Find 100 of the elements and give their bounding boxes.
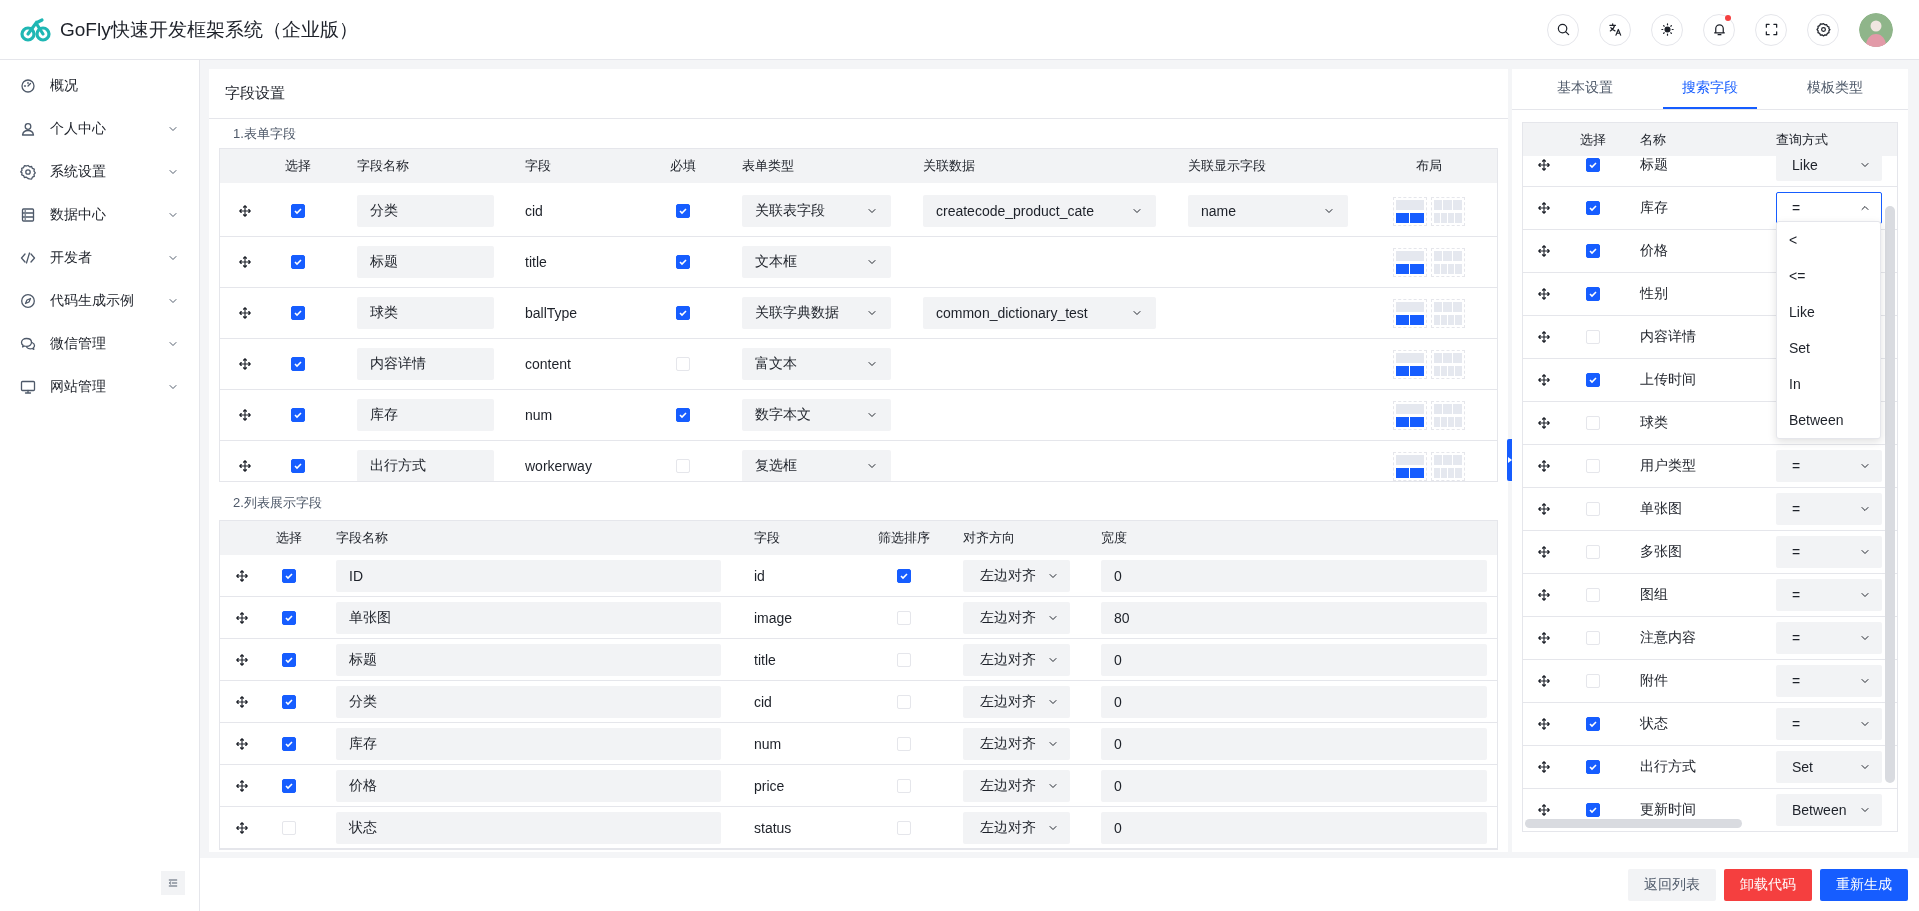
drag-handle-icon[interactable] — [1537, 330, 1551, 344]
related-data-select[interactable]: createcode_product_cate — [923, 195, 1156, 227]
drag-handle-icon[interactable] — [1537, 588, 1551, 602]
drag-handle-icon[interactable] — [235, 610, 249, 625]
layout-picker[interactable] — [1392, 298, 1465, 328]
query-select[interactable]: Like — [1776, 156, 1882, 181]
label-field[interactable]: ID — [336, 559, 721, 592]
drag-handle-icon[interactable] — [235, 736, 249, 751]
layout-picker[interactable] — [1392, 196, 1465, 226]
label-field[interactable]: 库存 — [357, 399, 494, 431]
width-field[interactable]: 0 — [1101, 769, 1487, 802]
layout-picker[interactable] — [1392, 400, 1465, 430]
checkbox[interactable] — [290, 459, 305, 473]
notification-button[interactable] — [1703, 13, 1735, 46]
sidebar-item[interactable]: 系统设置 — [0, 150, 199, 193]
drag-handle-icon[interactable] — [1537, 416, 1551, 430]
drag-handle-icon[interactable] — [238, 459, 252, 473]
checkbox[interactable] — [290, 255, 305, 269]
form-type-select[interactable]: 文本框 — [742, 246, 891, 278]
drag-handle-icon[interactable] — [1537, 158, 1551, 172]
align-select[interactable]: 左边对齐 — [963, 685, 1070, 718]
label-field[interactable]: 标题 — [357, 246, 494, 278]
width-field[interactable]: 0 — [1101, 685, 1487, 718]
query-select[interactable]: = — [1776, 665, 1882, 697]
footer-button[interactable]: 卸载代码 — [1724, 868, 1812, 901]
align-select[interactable]: 左边对齐 — [963, 769, 1070, 802]
sidebar-item[interactable]: 数据中心 — [0, 193, 199, 236]
layout-picker[interactable] — [1392, 451, 1465, 481]
checkbox[interactable] — [675, 408, 690, 422]
form-type-select[interactable]: 关联字典数据 — [742, 297, 891, 329]
drag-handle-icon[interactable] — [238, 408, 252, 422]
drag-handle-icon[interactable] — [235, 652, 249, 667]
label-field[interactable]: 状态 — [336, 811, 721, 844]
settings-button[interactable] — [1807, 13, 1839, 46]
checkbox[interactable] — [1585, 373, 1600, 387]
query-select[interactable]: = — [1776, 192, 1882, 224]
query-select[interactable]: = — [1776, 450, 1882, 482]
drag-handle-icon[interactable] — [235, 568, 249, 583]
dropdown-option[interactable]: < — [1777, 222, 1880, 258]
label-field[interactable]: 球类 — [357, 297, 494, 329]
drag-handle-icon[interactable] — [238, 255, 252, 269]
checkbox[interactable] — [290, 306, 305, 320]
drag-handle-icon[interactable] — [1537, 373, 1551, 387]
checkbox[interactable] — [1585, 717, 1600, 731]
drag-handle-icon[interactable] — [1537, 502, 1551, 516]
width-field[interactable]: 0 — [1101, 727, 1487, 760]
width-field[interactable]: 0 — [1101, 811, 1487, 844]
sidebar-item[interactable]: 网站管理 — [0, 365, 199, 408]
display-field-select[interactable]: name — [1188, 195, 1348, 227]
drag-handle-icon[interactable] — [238, 357, 252, 371]
align-select[interactable]: 左边对齐 — [963, 643, 1070, 676]
query-select[interactable]: = — [1776, 579, 1882, 611]
checkbox[interactable] — [282, 652, 296, 667]
tab[interactable]: 模板类型 — [1788, 69, 1882, 109]
label-field[interactable]: 库存 — [336, 727, 721, 760]
form-type-select[interactable]: 关联表字段 — [742, 195, 891, 227]
drag-handle-icon[interactable] — [1537, 459, 1551, 473]
width-field[interactable]: 0 — [1101, 559, 1487, 592]
label-field[interactable]: 单张图 — [336, 601, 721, 634]
sidebar-item[interactable]: 代码生成示例 — [0, 279, 199, 322]
dropdown-option[interactable]: Set — [1777, 330, 1880, 366]
checkbox[interactable] — [897, 568, 911, 583]
sidebar-item[interactable]: 概况 — [0, 64, 199, 107]
query-select[interactable]: = — [1776, 708, 1882, 740]
drag-handle-icon[interactable] — [1537, 287, 1551, 301]
fullscreen-button[interactable] — [1755, 13, 1787, 46]
label-field[interactable]: 分类 — [336, 685, 721, 718]
query-select[interactable]: = — [1776, 493, 1882, 525]
drag-handle-icon[interactable] — [1537, 717, 1551, 731]
width-field[interactable]: 0 — [1101, 643, 1487, 676]
drag-handle-icon[interactable] — [1537, 760, 1551, 774]
checkbox[interactable] — [675, 255, 690, 269]
checkbox[interactable] — [675, 204, 690, 218]
drag-handle-icon[interactable] — [1537, 244, 1551, 258]
drag-handle-icon[interactable] — [235, 820, 249, 835]
sidebar-item[interactable]: 开发者 — [0, 236, 199, 279]
align-select[interactable]: 左边对齐 — [963, 811, 1070, 844]
checkbox[interactable] — [290, 357, 305, 371]
panel-toggle-handle[interactable] — [1507, 439, 1512, 481]
dropdown-option[interactable]: Between — [1777, 402, 1880, 438]
label-field[interactable]: 内容详情 — [357, 348, 494, 380]
tab[interactable]: 基本设置 — [1538, 69, 1632, 109]
width-field[interactable]: 80 — [1101, 601, 1487, 634]
dropdown-option[interactable]: In — [1777, 366, 1880, 402]
layout-picker[interactable] — [1392, 247, 1465, 277]
align-select[interactable]: 左边对齐 — [963, 559, 1070, 592]
theme-button[interactable] — [1651, 13, 1683, 46]
form-type-select[interactable]: 富文本 — [742, 348, 891, 380]
drag-handle-icon[interactable] — [1537, 803, 1551, 817]
tab[interactable]: 搜索字段 — [1663, 69, 1757, 109]
checkbox[interactable] — [282, 610, 296, 625]
drag-handle-icon[interactable] — [1537, 631, 1551, 645]
form-type-select[interactable]: 数字本文 — [742, 399, 891, 431]
sidebar-item[interactable]: 微信管理 — [0, 322, 199, 365]
label-field[interactable]: 分类 — [357, 195, 494, 227]
checkbox[interactable] — [282, 568, 296, 583]
align-select[interactable]: 左边对齐 — [963, 727, 1070, 760]
checkbox[interactable] — [290, 204, 305, 218]
sidebar-item[interactable]: 个人中心 — [0, 107, 199, 150]
dropdown-option[interactable]: <= — [1777, 258, 1880, 294]
